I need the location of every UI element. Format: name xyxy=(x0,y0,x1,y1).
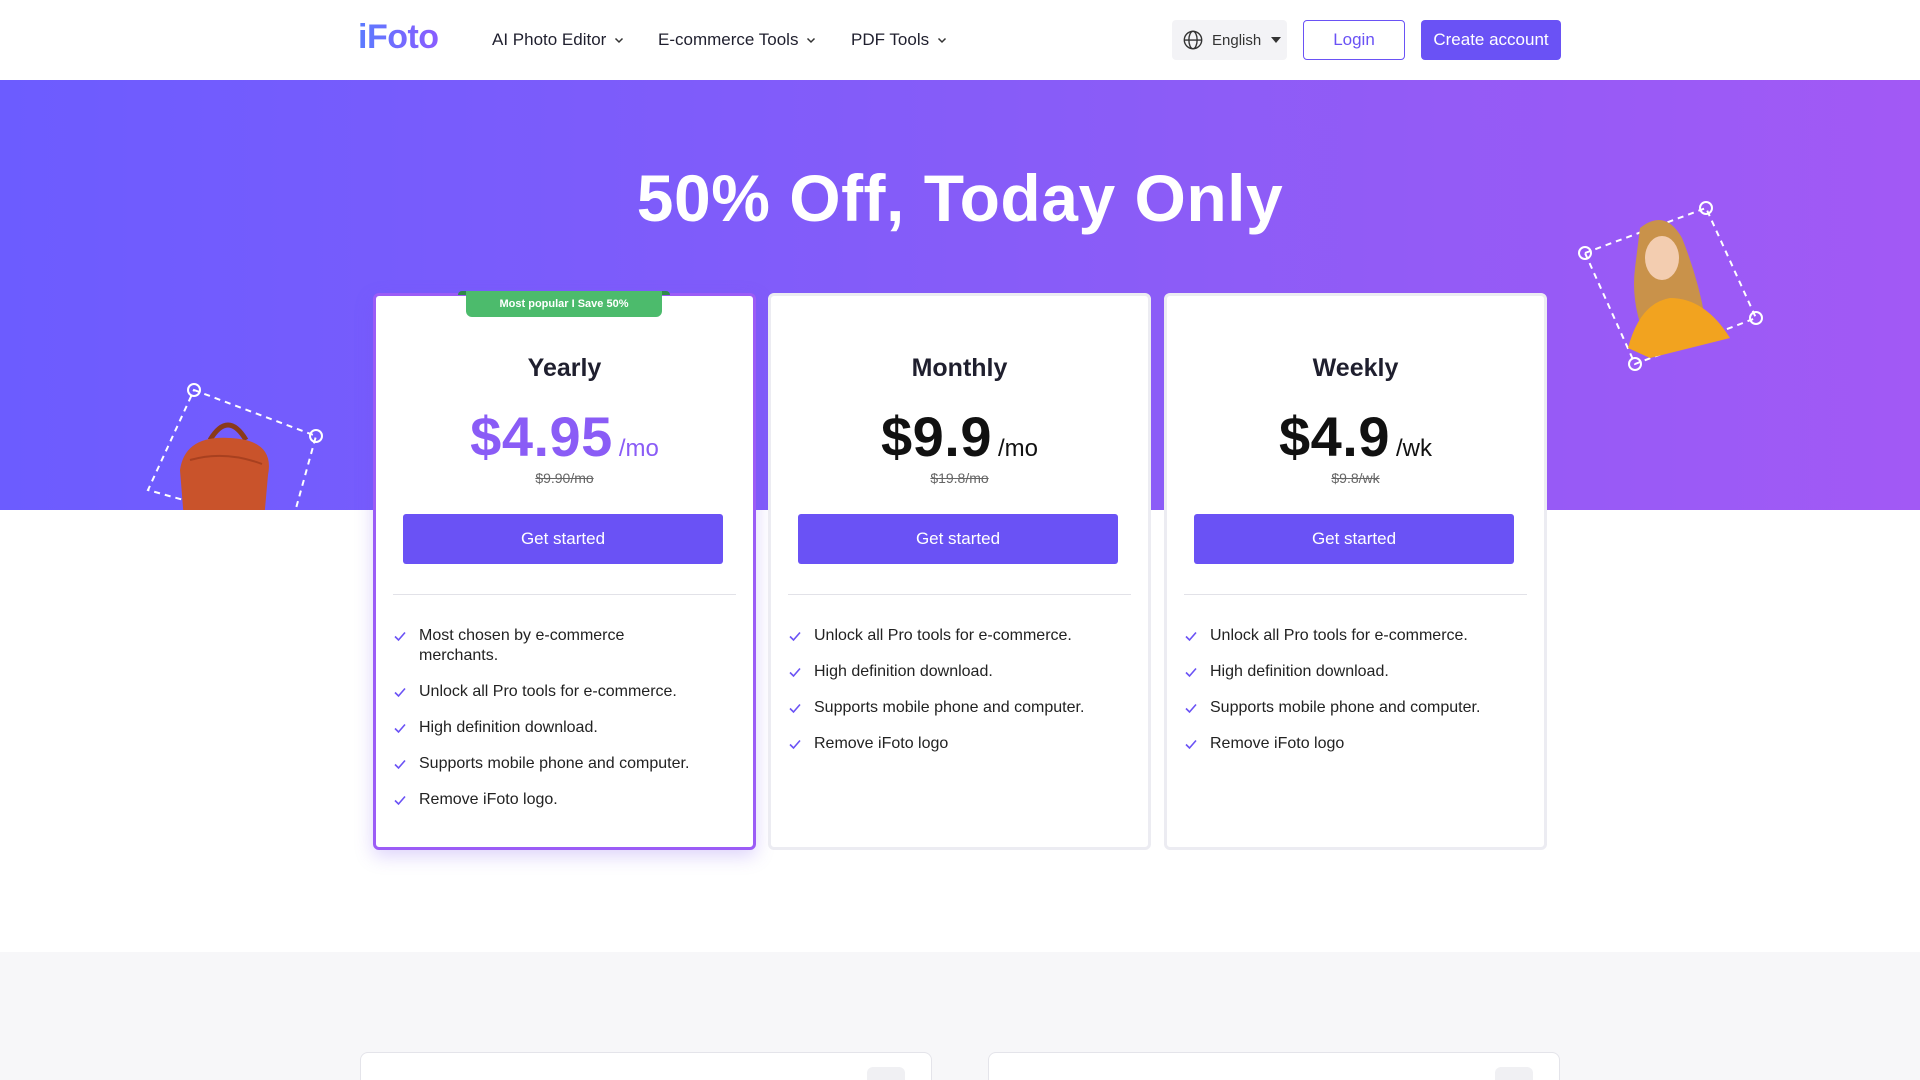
feature-text: High definition download. xyxy=(419,719,598,736)
get-started-button[interactable]: Get started xyxy=(1194,514,1514,564)
plan-price: $4.9 xyxy=(1279,405,1390,468)
check-icon xyxy=(789,703,801,714)
menu-label: E-commerce Tools xyxy=(658,30,799,49)
plan-price: $9.9 xyxy=(880,405,992,468)
feature-text: Unlock all Pro tools for e-commerce. xyxy=(1210,627,1468,644)
language-label: English xyxy=(1212,31,1262,49)
plan-card-yearly: Most popular I Save 50% Yearly $4.95 /mo… xyxy=(373,291,756,850)
get-started-button[interactable]: Get started xyxy=(403,514,723,564)
check-icon xyxy=(1185,703,1197,714)
feature-item: High definition download. xyxy=(393,718,723,738)
price-row: $4.95 /mo xyxy=(376,404,753,469)
feature-item: Supports mobile phone and computer. xyxy=(1184,698,1514,718)
feature-list: Unlock all Pro tools for e-commerce. Hig… xyxy=(788,626,1118,770)
faq-card[interactable] xyxy=(988,1052,1560,1080)
feature-text: Remove iFoto logo xyxy=(1210,735,1345,752)
feature-text: Remove iFoto logo. xyxy=(419,791,558,808)
plan-name: Weekly xyxy=(1312,354,1399,382)
check-icon xyxy=(789,739,801,750)
check-icon xyxy=(394,631,406,642)
price-row: $4.9 /wk xyxy=(1167,404,1544,469)
plan-period: /mo xyxy=(997,435,1038,462)
get-started-button[interactable]: Get started xyxy=(798,514,1118,564)
feature-text: Supports mobile phone and computer. xyxy=(1210,699,1481,716)
plan-card-monthly: Monthly $9.9 /mo $19.8/mo Get started Un… xyxy=(768,293,1151,850)
ifoto-logo[interactable]: iFoto xyxy=(358,18,439,57)
create-account-button[interactable]: Create account xyxy=(1421,20,1561,60)
feature-item: Remove iFoto logo xyxy=(1184,734,1514,754)
feature-item: Remove iFoto logo xyxy=(788,734,1118,754)
lower-section xyxy=(0,952,1920,1080)
feature-text: High definition download. xyxy=(814,663,993,680)
feature-list: Unlock all Pro tools for e-commerce. Hig… xyxy=(1184,626,1514,770)
globe-icon xyxy=(1183,30,1203,50)
feature-text: High definition download. xyxy=(1210,663,1389,680)
plan-name: Monthly xyxy=(911,354,1008,382)
check-icon xyxy=(394,759,406,770)
most-popular-badge: Most popular I Save 50% xyxy=(458,291,670,317)
feature-item: Unlock all Pro tools for e-commerce. xyxy=(788,626,1118,646)
price-row: $9.9 /mo xyxy=(771,404,1148,469)
top-nav: iFoto AI Photo Editor E-commerce Tools P… xyxy=(0,0,1920,80)
caret-down-icon xyxy=(1271,37,1282,43)
divider xyxy=(1184,594,1527,595)
old-price: $9.90/mo xyxy=(535,470,594,486)
check-icon xyxy=(1185,667,1197,678)
plan-name: Yearly xyxy=(527,354,602,382)
login-button[interactable]: Login xyxy=(1303,20,1405,60)
feature-text: Supports mobile phone and computer. xyxy=(814,699,1085,716)
old-price: $9.8/wk xyxy=(1331,470,1380,486)
feature-text: Supports mobile phone and computer. xyxy=(419,755,690,772)
feature-item: Unlock all Pro tools for e-commerce. xyxy=(1184,626,1514,646)
check-icon xyxy=(394,795,406,806)
chevron-down-icon xyxy=(807,37,816,44)
feature-item: Unlock all Pro tools for e-commerce. xyxy=(393,682,723,702)
feature-item: Remove iFoto logo. xyxy=(393,790,723,810)
menu-ecommerce-tools[interactable]: E-commerce Tools xyxy=(658,30,816,50)
menu-label: AI Photo Editor xyxy=(492,30,607,49)
feature-item: Most chosen by e-commerce merchants. xyxy=(393,626,723,666)
divider xyxy=(393,594,736,595)
feature-item: Supports mobile phone and computer. xyxy=(393,754,723,774)
plan-period: /wk xyxy=(1396,435,1432,462)
feature-text: Remove iFoto logo xyxy=(814,735,949,752)
handbag-image xyxy=(146,383,323,510)
plan-period: /mo xyxy=(618,435,659,462)
plan-price: $4.95 xyxy=(470,405,613,468)
plan-card-weekly: Weekly $4.9 /wk $9.8/wk Get started Unlo… xyxy=(1164,293,1547,850)
menu-label: PDF Tools xyxy=(851,30,930,49)
check-icon xyxy=(1185,739,1197,750)
feature-item: Supports mobile phone and computer. xyxy=(788,698,1118,718)
feature-text: Most chosen by e-commerce merchants. xyxy=(419,627,625,664)
feature-item: High definition download. xyxy=(1184,662,1514,682)
feature-list: Most chosen by e-commerce merchants. Unl… xyxy=(393,626,723,826)
divider xyxy=(788,594,1131,595)
feature-text: Unlock all Pro tools for e-commerce. xyxy=(419,683,677,700)
chevron-down-icon xyxy=(615,37,624,44)
check-icon xyxy=(789,667,801,678)
old-price: $19.8/mo xyxy=(930,470,989,486)
faq-card[interactable] xyxy=(360,1052,932,1080)
check-icon xyxy=(1185,631,1197,642)
feature-text: Unlock all Pro tools for e-commerce. xyxy=(814,627,1072,644)
feature-item: High definition download. xyxy=(788,662,1118,682)
menu-ai-photo-editor[interactable]: AI Photo Editor xyxy=(492,30,624,50)
woman-photo-image xyxy=(1578,201,1763,371)
check-icon xyxy=(394,723,406,734)
menu-pdf-tools[interactable]: PDF Tools xyxy=(851,30,947,50)
chevron-down-icon xyxy=(938,37,947,44)
expand-chip[interactable] xyxy=(1495,1067,1533,1080)
check-icon xyxy=(394,687,406,698)
check-icon xyxy=(789,631,801,642)
language-selector[interactable]: English xyxy=(1172,20,1287,60)
expand-chip[interactable] xyxy=(867,1067,905,1080)
